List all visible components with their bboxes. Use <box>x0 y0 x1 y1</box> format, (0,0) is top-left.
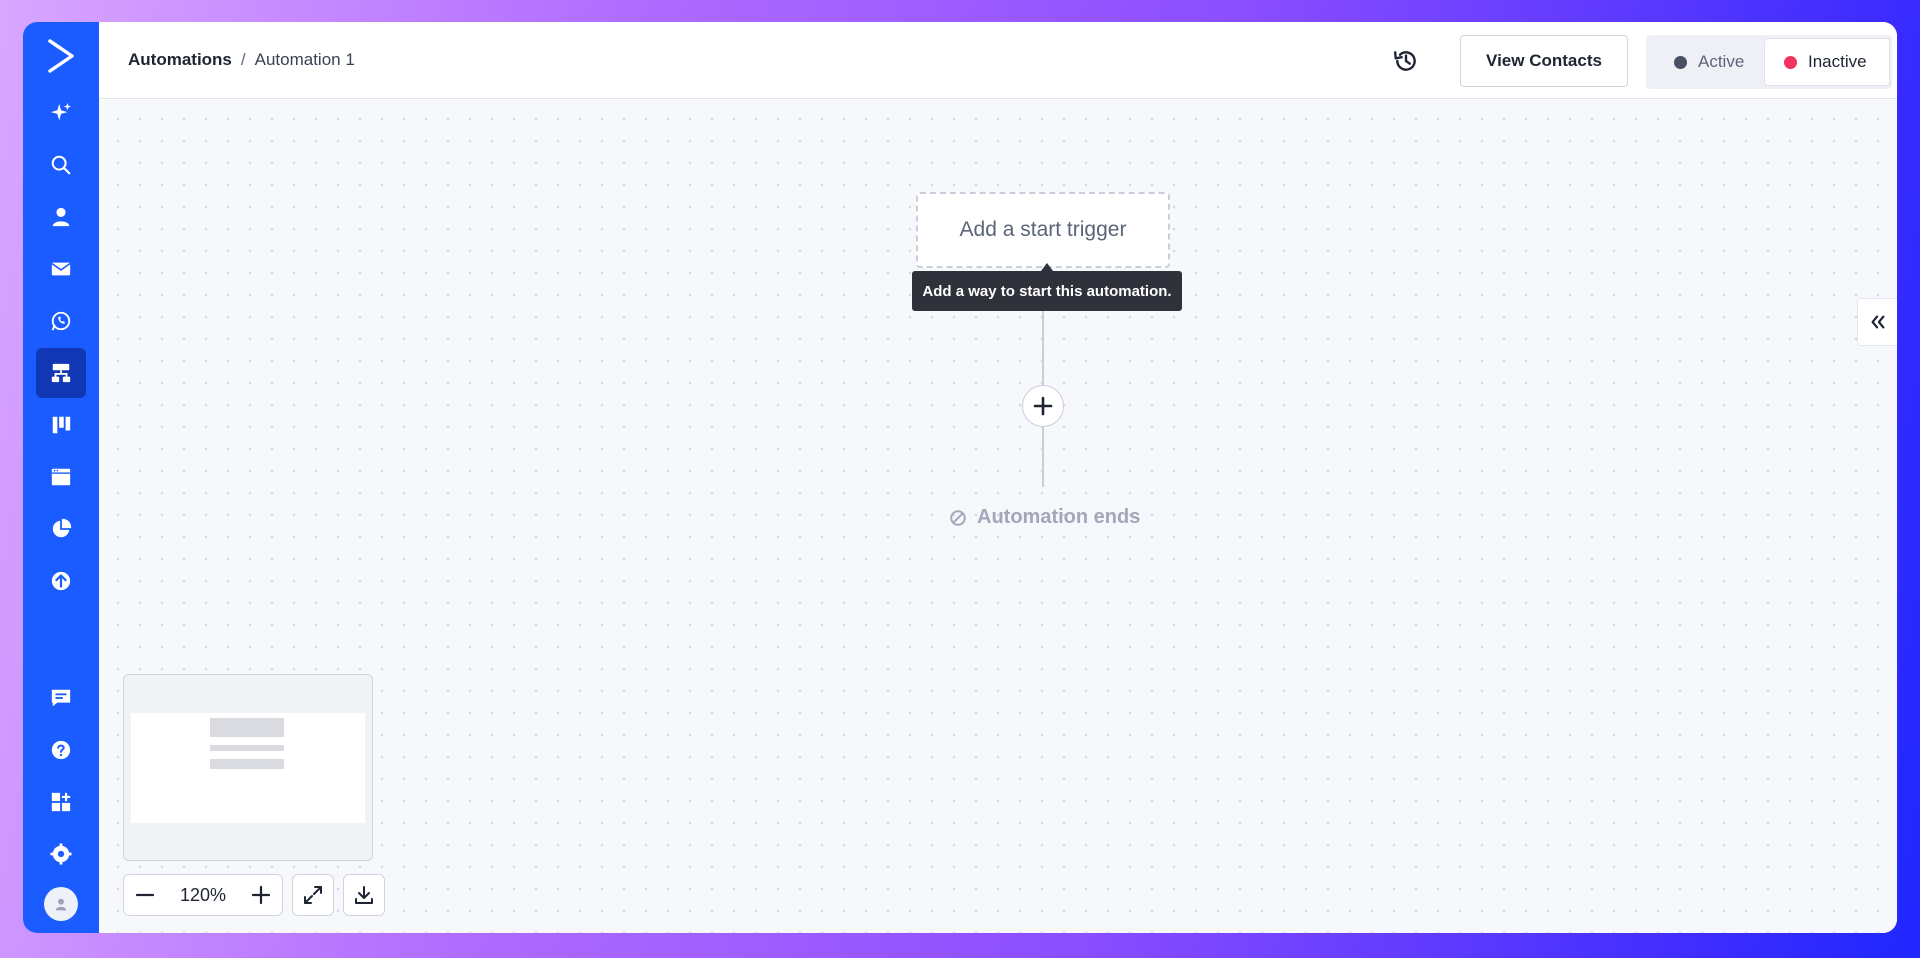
site-icon <box>51 468 71 486</box>
envelope-icon <box>51 262 71 276</box>
breadcrumb-automations-link[interactable]: Automations <box>128 50 232 70</box>
sidebar-item-help[interactable] <box>36 725 86 775</box>
breadcrumb-current[interactable]: Automation 1 <box>255 50 355 70</box>
status-inactive-option[interactable]: Inactive <box>1765 39 1889 85</box>
sidebar-item-whatsapp[interactable] <box>36 296 86 346</box>
minimap-viewport <box>131 713 365 823</box>
sidebar-item-settings[interactable] <box>36 829 86 879</box>
inactive-status-dot <box>1784 55 1797 69</box>
main-area: Automations / Automation 1 View Contacts… <box>99 22 1897 933</box>
sidebar-item-apps[interactable] <box>36 777 86 827</box>
minimap-trigger-node <box>210 718 284 737</box>
logo-icon[interactable] <box>41 36 81 76</box>
history-button[interactable] <box>1392 47 1420 75</box>
history-icon <box>1393 51 1416 71</box>
sidebar-item-contacts[interactable] <box>36 192 86 242</box>
person-icon <box>52 207 70 227</box>
sidebar-item-ai[interactable] <box>36 88 86 138</box>
collapse-panel-button[interactable] <box>1857 298 1897 346</box>
pipeline-icon <box>52 416 71 434</box>
automation-icon <box>51 363 71 383</box>
sidebar-item-pipelines[interactable] <box>36 400 86 450</box>
zoom-controls: 120% <box>123 874 283 916</box>
view-contacts-button[interactable]: View Contacts <box>1460 35 1628 87</box>
fit-to-screen-button[interactable] <box>292 874 334 916</box>
zoom-out-button[interactable] <box>132 882 158 908</box>
status-inactive-label: Inactive <box>1808 52 1867 71</box>
download-icon <box>355 886 373 904</box>
blocked-icon <box>950 509 966 526</box>
status-active-label: Active <box>1698 52 1745 71</box>
zoom-in-button[interactable] <box>248 882 274 908</box>
status-toggle: Active Inactive <box>1646 35 1892 89</box>
breadcrumb: Automations / Automation 1 <box>128 50 355 70</box>
add-start-trigger-node[interactable]: Add a start trigger <box>916 192 1170 268</box>
sidebar-item-conversations[interactable] <box>36 673 86 723</box>
avatar-icon <box>55 898 67 911</box>
plus-icon <box>251 885 271 905</box>
breadcrumb-separator: / <box>240 50 246 69</box>
connector-line-top <box>1042 311 1044 385</box>
tooltip-arrow <box>1041 263 1053 271</box>
expand-icon <box>304 886 322 904</box>
status-active-option[interactable]: Active <box>1649 39 1765 85</box>
automation-end-label: Automation ends <box>977 506 1141 528</box>
sidebar <box>23 22 99 933</box>
download-button[interactable] <box>343 874 385 916</box>
top-bar: Automations / Automation 1 View Contacts… <box>99 22 1897 99</box>
apps-icon <box>51 792 71 812</box>
trigger-tooltip: Add a way to start this automation. <box>912 271 1182 311</box>
active-status-dot <box>1674 55 1687 69</box>
sparkle-icon <box>50 102 72 121</box>
automation-canvas[interactable]: Add a start trigger Add a way to start t… <box>99 100 1897 933</box>
add-action-button[interactable] <box>1022 385 1064 427</box>
zoom-level: 120% <box>179 884 227 905</box>
app-window: Automations / Automation 1 View Contacts… <box>23 22 1897 933</box>
minus-icon <box>135 893 155 897</box>
sidebar-item-search[interactable] <box>36 140 86 190</box>
canvas-minimap[interactable] <box>123 674 373 861</box>
chat-icon <box>51 689 71 707</box>
sidebar-item-site[interactable] <box>36 452 86 502</box>
help-icon <box>51 740 71 760</box>
automation-end-node: Automation ends <box>949 506 1140 529</box>
upload-icon <box>51 571 71 591</box>
sidebar-item-reports[interactable] <box>36 504 86 554</box>
sidebar-item-email[interactable] <box>36 244 86 294</box>
sidebar-item-upload[interactable] <box>36 556 86 606</box>
sidebar-item-automations[interactable] <box>36 348 86 398</box>
gear-icon <box>50 843 72 865</box>
plus-icon <box>1033 396 1053 416</box>
connector-line-bottom <box>1042 427 1044 487</box>
minimap-line <box>210 745 284 751</box>
minimap-end-node <box>210 759 284 769</box>
search-icon <box>51 155 71 175</box>
user-avatar[interactable] <box>44 887 78 921</box>
double-chevron-left-icon <box>1871 315 1884 329</box>
reports-icon <box>52 518 72 538</box>
whatsapp-icon <box>51 311 71 331</box>
